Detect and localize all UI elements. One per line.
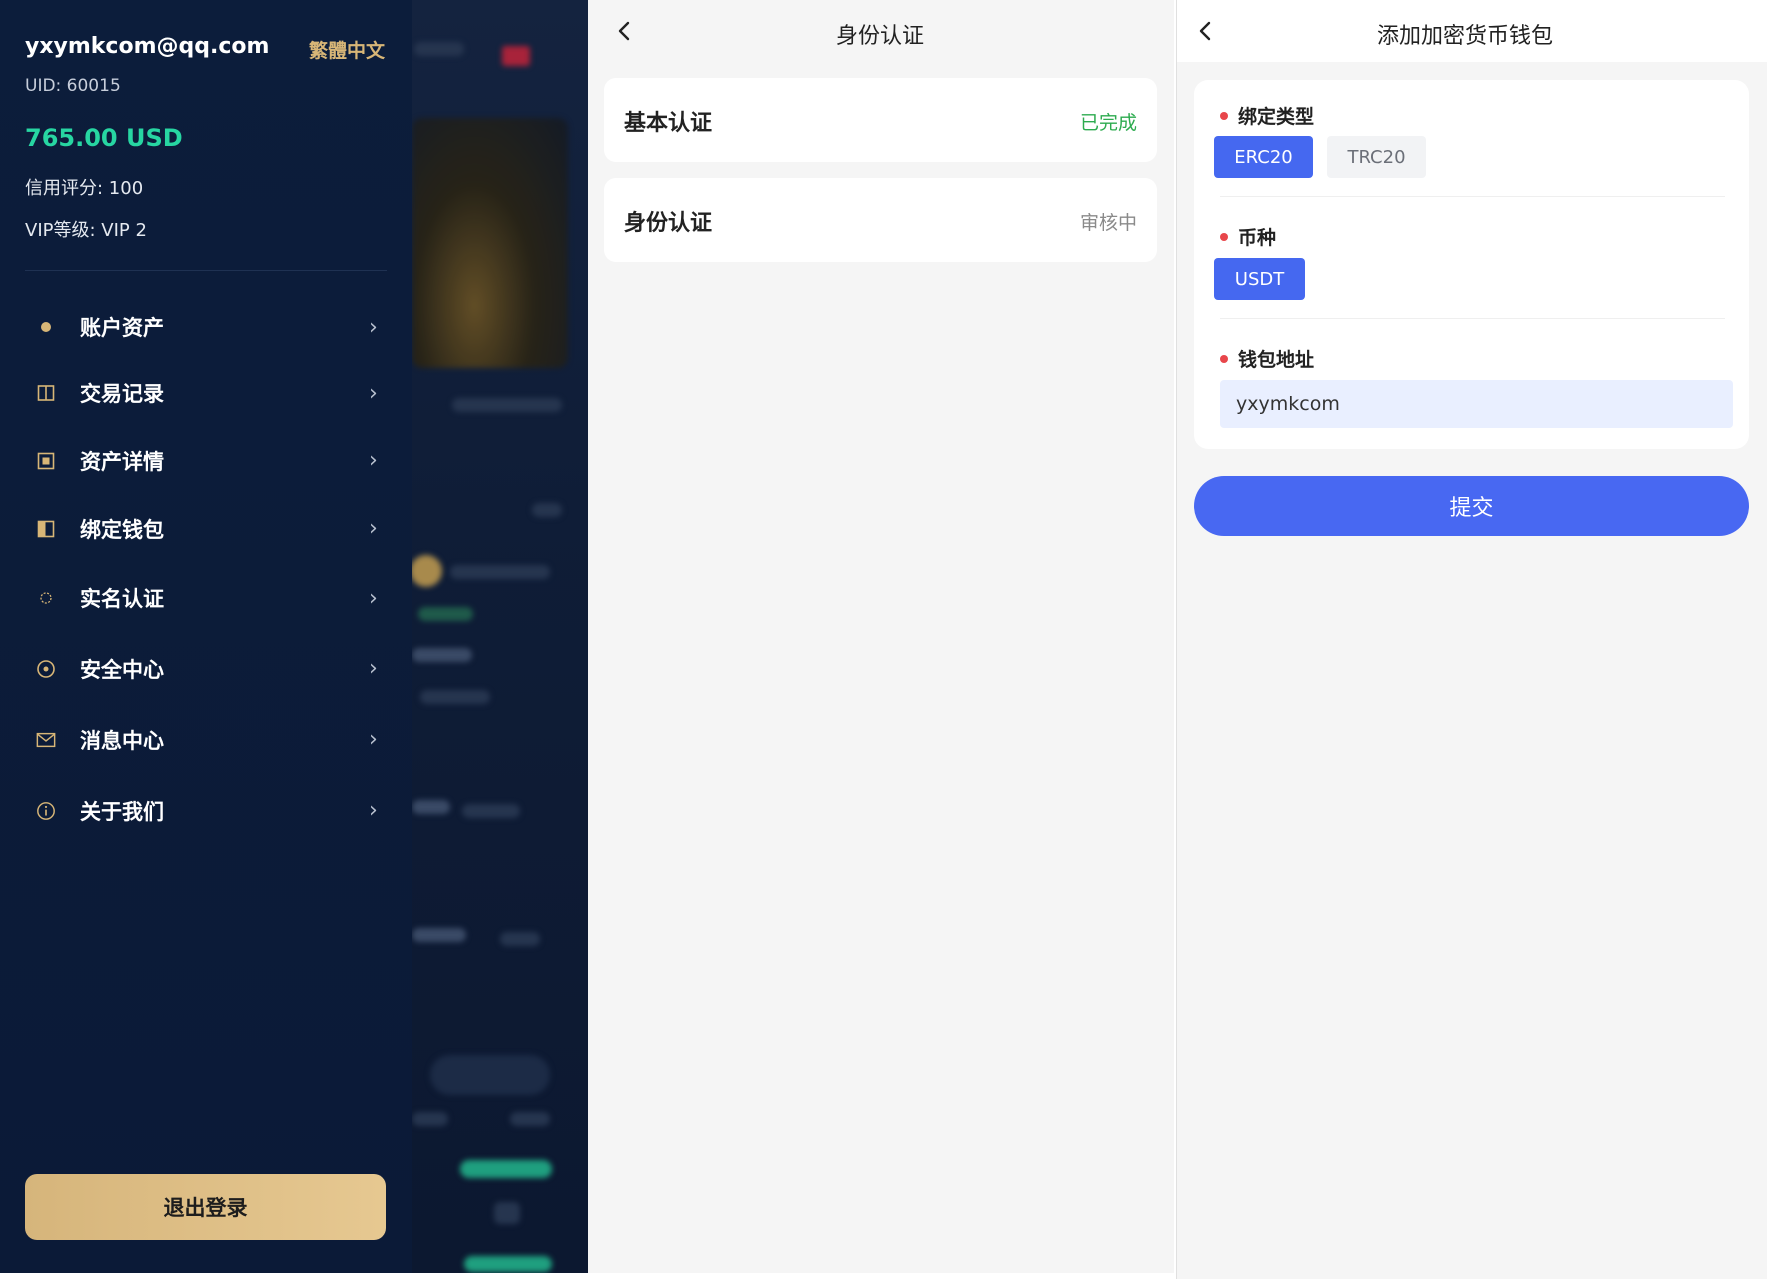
blurred-text xyxy=(494,1202,520,1224)
blurred-text xyxy=(500,932,540,946)
status-pending: 审核中 xyxy=(1079,212,1137,234)
blurred-text xyxy=(414,42,464,56)
currency-label-text: 币种 xyxy=(1238,227,1277,249)
chevron-right-icon: › xyxy=(369,314,378,340)
blurred-text xyxy=(532,503,562,517)
verification-header: 身份认证 xyxy=(588,0,1174,62)
verification-item-label: 基本认证 xyxy=(624,111,713,136)
blurred-text xyxy=(412,800,450,814)
bind-type-option-trc20[interactable]: TRC20 xyxy=(1327,136,1426,178)
submit-button[interactable]: 提交 xyxy=(1194,476,1749,536)
menu-item-asset-details[interactable]: 资产详情 › xyxy=(0,427,412,494)
bind-type-option-erc20[interactable]: ERC20 xyxy=(1214,136,1313,178)
menu-item-label: 绑定钱包 xyxy=(80,517,164,542)
blurred-text xyxy=(450,565,550,579)
chevron-right-icon: › xyxy=(369,727,378,752)
square-icon xyxy=(36,451,56,471)
add-wallet-header: 添加加密货币钱包 xyxy=(1177,0,1767,62)
book-icon xyxy=(36,383,56,403)
blurred-text xyxy=(510,1112,550,1126)
blurred-text xyxy=(452,398,562,412)
credit-score: 信用评分: 100 xyxy=(25,178,144,199)
chevron-left-icon xyxy=(618,21,630,41)
blurred-text xyxy=(430,1055,550,1095)
bind-type-label-text: 绑定类型 xyxy=(1238,106,1315,128)
currency-option-usdt[interactable]: USDT xyxy=(1214,258,1305,300)
user-uid: UID: 60015 xyxy=(25,76,121,96)
required-dot-icon xyxy=(1220,232,1228,241)
add-wallet-panel: 添加加密货币钱包 绑定类型 ERC20 TRC20 币种 USDT 钱包地址 提… xyxy=(1176,0,1767,1279)
required-dot-icon xyxy=(1220,354,1228,363)
status-completed: 已完成 xyxy=(1079,112,1137,134)
menu-item-message-center[interactable]: 消息中心 › xyxy=(0,704,412,775)
user-email: yxymkcom@qq.com xyxy=(25,34,270,59)
blurred-text xyxy=(462,804,520,818)
menu-item-label: 安全中心 xyxy=(80,657,164,682)
chevron-right-icon: › xyxy=(369,448,378,473)
language-switch[interactable]: 繁體中文 xyxy=(309,36,385,63)
chevron-right-icon: › xyxy=(369,585,378,611)
menu-item-label: 实名认证 xyxy=(80,587,164,611)
divider xyxy=(1220,196,1725,197)
verification-item-basic[interactable]: 基本认证 已完成 xyxy=(604,78,1157,162)
wallet-form: 绑定类型 ERC20 TRC20 币种 USDT 钱包地址 xyxy=(1194,80,1749,449)
back-button[interactable] xyxy=(1193,18,1217,44)
chevron-left-icon xyxy=(1199,21,1211,41)
blurred-text xyxy=(412,1112,448,1126)
mail-icon xyxy=(36,730,56,750)
divider xyxy=(25,270,387,271)
blurred-coin-icon xyxy=(410,555,442,587)
chevron-right-icon: › xyxy=(369,656,378,681)
required-dot-icon xyxy=(1220,111,1228,120)
menu-item-account-assets[interactable]: 账户资产 › xyxy=(0,295,412,359)
verification-panel: 身份认证 基本认证 已完成 身份认证 审核中 xyxy=(588,0,1174,1273)
chevron-right-icon: › xyxy=(369,798,378,823)
menu-item-label: 关于我们 xyxy=(80,799,164,824)
verification-item-label: 身份认证 xyxy=(624,211,713,236)
menu-item-trade-records[interactable]: 交易记录 › xyxy=(0,359,412,427)
logout-button[interactable]: 退出登录 xyxy=(25,1174,386,1240)
app-screen: yxymkcom@qq.com 繁體中文 UID: 60015 765.00 U… xyxy=(0,0,1767,1279)
menu-item-bind-wallet[interactable]: 绑定钱包 › xyxy=(0,494,412,563)
menu-item-real-name-verification[interactable]: 实名认证 › xyxy=(0,563,412,633)
back-button[interactable] xyxy=(612,18,636,44)
vip-level: VIP等级: VIP 2 xyxy=(25,220,147,241)
menu-item-security-center[interactable]: 安全中心 › xyxy=(0,633,412,704)
info-icon xyxy=(36,801,56,821)
dot-icon xyxy=(36,317,56,337)
wallet-address-input[interactable] xyxy=(1220,380,1733,428)
menu-item-about-us[interactable]: 关于我们 › xyxy=(0,775,412,846)
drawer-menu: 账户资产 › 交易记录 › 资产详情 › 绑定钱包 › 实名认证 › 安全中心 … xyxy=(0,295,412,846)
verification-item-identity[interactable]: 身份认证 审核中 xyxy=(604,178,1157,262)
wallet-icon xyxy=(36,519,56,539)
menu-item-label: 账户资产 xyxy=(80,316,164,340)
blurred-text xyxy=(412,928,466,942)
chevron-right-icon: › xyxy=(369,380,378,406)
menu-item-label: 资产详情 xyxy=(80,449,164,474)
blurred-flag-icon xyxy=(502,46,530,66)
currency-label: 币种 xyxy=(1220,223,1276,250)
drawer-panel: yxymkcom@qq.com 繁體中文 UID: 60015 765.00 U… xyxy=(0,0,588,1273)
circle-icon xyxy=(36,588,56,608)
page-title: 身份认证 xyxy=(836,24,925,49)
blurred-button xyxy=(460,1160,552,1178)
blurred-text xyxy=(412,648,472,662)
chevron-right-icon: › xyxy=(369,516,378,541)
account-balance: 765.00 USD xyxy=(25,124,183,152)
side-drawer: yxymkcom@qq.com 繁體中文 UID: 60015 765.00 U… xyxy=(0,0,412,1273)
blurred-banner-image xyxy=(412,118,568,368)
page-title: 添加加密货币钱包 xyxy=(1377,24,1554,49)
blurred-text xyxy=(418,607,473,621)
menu-item-label: 消息中心 xyxy=(80,728,164,753)
divider xyxy=(1220,318,1725,319)
menu-item-label: 交易记录 xyxy=(80,382,164,406)
address-label-text: 钱包地址 xyxy=(1238,349,1315,371)
address-label: 钱包地址 xyxy=(1220,345,1314,372)
blurred-text xyxy=(420,690,490,704)
bind-type-label: 绑定类型 xyxy=(1220,102,1314,129)
blurred-button xyxy=(464,1256,552,1272)
target-icon xyxy=(36,659,56,679)
